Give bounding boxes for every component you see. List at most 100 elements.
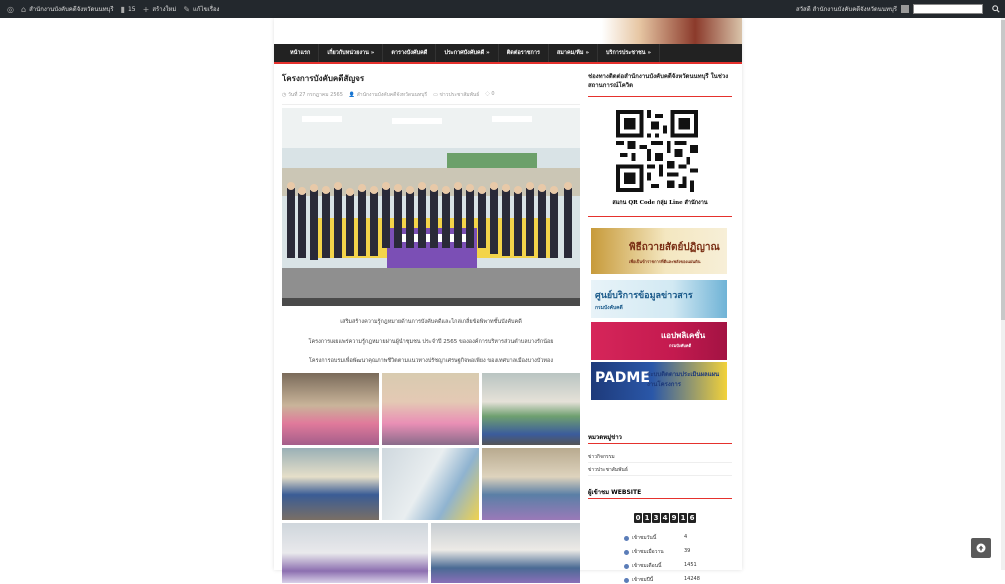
qr-code[interactable]: [616, 110, 698, 192]
caption-2: โครงการเผยแพร่ความรู้กฎหมายผ่านผู้นำชุมช…: [308, 339, 554, 345]
user-icon: [624, 549, 629, 555]
ad-oath-sub: เพื่อเป็นข้าราชการที่ดีและพลังของแผ่นดิน: [629, 259, 701, 264]
ad-mobile-app[interactable]: แอปพลิเคชั่น กรมบังคับคดี: [591, 322, 727, 360]
stat-label: เข้าชมวันนี้: [632, 535, 657, 541]
back-to-top-button[interactable]: [971, 538, 991, 558]
wp-logo-menu[interactable]: ◎: [7, 5, 14, 14]
title-divider: [282, 104, 580, 105]
page-frame: หน้าแรก เกี่ยวกับหน่วยงาน » ตารางบังคับค…: [274, 18, 742, 583]
users-icon: [624, 563, 629, 569]
stat-row: เข้าชมเมื่อวาน 39: [624, 548, 714, 556]
visitor-counter: 0 1 3 4 9 1 6: [634, 513, 696, 523]
comment-icon: ▮: [120, 4, 125, 14]
ad-app-title: แอปพลิเคชั่น: [661, 331, 706, 340]
search-input[interactable]: [913, 4, 983, 14]
stat-label: เข้าชมเมื่อวาน: [632, 549, 664, 555]
post-meta: ◷ วันที่ 27 กรกฎาคม 2565 👤 สำนักงานบังคั…: [282, 91, 580, 99]
updates-link[interactable]: ▮ 15: [121, 5, 136, 14]
ad-info-title: ศูนย์บริการข้อมูลข่าวสาร: [595, 291, 693, 301]
arrow-up-icon: [976, 543, 986, 553]
user-icon: [624, 535, 629, 541]
post-author[interactable]: 👤 สำนักงานบังคับคดีจังหวัดนนทบุรี: [349, 91, 427, 99]
site-name-link[interactable]: ⌂ สำนักงานบังคับคดีจังหวัดนนทบุรี: [21, 4, 114, 14]
counter-digit: 9: [670, 513, 678, 523]
gallery-photo[interactable]: [482, 448, 580, 520]
post-date: ◷ วันที่ 27 กรกฎาคม 2565: [282, 92, 343, 98]
gallery-photo[interactable]: [382, 448, 479, 520]
ad-app-sub: กรมบังคับคดี: [669, 343, 692, 348]
stat-value: 1451: [684, 562, 697, 568]
updates-count: 15: [127, 5, 136, 13]
category-divider: [588, 462, 732, 463]
users-icon: [624, 577, 629, 583]
gallery-photo[interactable]: [431, 523, 580, 583]
edit-post-link[interactable]: ✎ แก้ไขเรื่อง: [183, 4, 219, 14]
main-navigation: หน้าแรก เกี่ยวกับหน่วยงาน » ตารางบังคับค…: [274, 44, 742, 64]
ad-info-sub: กรมบังคับคดี: [595, 305, 623, 311]
category-link[interactable]: ข่าวกิจกรรม: [588, 453, 615, 461]
gallery-photo[interactable]: [282, 373, 379, 445]
stat-row: เข้าชมเดือนนี้ 1451: [624, 562, 714, 570]
account-greeting[interactable]: สวัสดี สำนักงานบังคับคดีจังหวัดนนทบุรี: [796, 4, 897, 14]
stat-value: 14248: [684, 576, 700, 582]
category-widget-title: หมวดหมู่ข่าว: [588, 434, 622, 441]
ad-padme-sub: ระบบติดตามประเมินผลแผนงานโครงการ: [647, 371, 720, 388]
stat-row: เข้าชมปีนี้ 14248: [624, 576, 714, 584]
counter-digit: 1: [643, 513, 651, 523]
sidebar: ช่องทางติดต่อสำนักงานบังคับคดีจังหวัดนนท…: [588, 72, 732, 583]
stat-row: เข้าชมวันนี้ 4: [624, 534, 714, 542]
counter-digit: 6: [688, 513, 696, 523]
stat-label: เข้าชมปีนี้: [632, 577, 654, 583]
category-link[interactable]: ข่าวประชาสัมพันธ์: [588, 466, 628, 474]
ad-padme[interactable]: PADME ระบบติดตามประเมินผลแผนงานโครงการ: [591, 362, 727, 400]
stat-value: 4: [684, 534, 688, 540]
home-icon: ⌂: [20, 4, 27, 14]
nav-item-about[interactable]: เกี่ยวกับหน่วยงาน »: [319, 44, 384, 62]
site-name: สำนักงานบังคับคดีจังหวัดนนทบุรี: [29, 6, 114, 13]
search-icon[interactable]: [987, 0, 1005, 18]
new-label: สร้างใหม่: [152, 6, 177, 13]
nav-item-schedule[interactable]: ตารางบังคับคดี: [383, 44, 437, 62]
contact-widget-title: ช่องทางติดต่อสำนักงานบังคับคดีจังหวัดนนท…: [588, 73, 729, 89]
nav-item-contact[interactable]: ติดต่อราชการ: [499, 44, 549, 62]
nav-item-home[interactable]: หน้าแรก: [282, 44, 320, 62]
pencil-icon: ✎: [183, 4, 191, 14]
caption-1: เสริมสร้างความรู้กฎหมายด้านการบังคับคดีแ…: [340, 319, 522, 325]
widget-divider: [588, 498, 732, 499]
post-title: โครงการบังคับคดีสัญจร: [282, 74, 365, 83]
stat-label: เข้าชมเดือนนี้: [632, 563, 662, 569]
gallery-photo[interactable]: [382, 373, 479, 445]
gallery-photo[interactable]: [282, 523, 428, 583]
widget-divider: [588, 443, 732, 444]
caption-3: โครงการอบรมเพื่อพัฒนาคุณภาพชีวิตตามแนวทา…: [308, 358, 554, 364]
post-content: โครงการบังคับคดีสัญจร ◷ วันที่ 27 กรกฎาค…: [282, 72, 580, 583]
ad-oath-title: พิธีถวายสัตย์ปฏิญาณ: [629, 242, 720, 253]
gallery-photo[interactable]: [482, 373, 580, 445]
admin-bar: ◎ ⌂ สำนักงานบังคับคดีจังหวัดนนทบุรี ▮ 15…: [0, 0, 1005, 18]
scrollbar-thumb[interactable]: [1001, 20, 1005, 320]
qr-caption: สแกน QR Code กลุ่ม Line สำนักงาน: [612, 200, 708, 206]
widget-divider: [588, 96, 732, 97]
nav-item-announce[interactable]: ประกาศบังคับคดี »: [436, 44, 499, 62]
gallery-photo[interactable]: [282, 448, 379, 520]
post-comments[interactable]: ◌ 0: [485, 91, 494, 99]
counter-digit: 4: [661, 513, 669, 523]
avatar[interactable]: [901, 5, 909, 13]
counter-digit: 1: [679, 513, 687, 523]
post-category[interactable]: ▭ ข่าวประชาสัมพันธ์: [433, 91, 479, 99]
ad-padme-title: PADME: [595, 370, 650, 386]
ad-info-center[interactable]: ศูนย์บริการข้อมูลข่าวสาร กรมบังคับคดี: [591, 280, 727, 318]
plus-icon: +: [142, 4, 150, 14]
category-divider: [588, 475, 732, 476]
ad-oath-ceremony[interactable]: พิธีถวายสัตย์ปฏิญาณ เพื่อเป็นข้าราชการที…: [591, 228, 727, 274]
header-banner: [274, 18, 742, 44]
widget-divider: [588, 216, 732, 217]
counter-digit: 0: [634, 513, 642, 523]
wordpress-icon: ◎: [7, 4, 14, 14]
new-content-link[interactable]: + สร้างใหม่: [143, 4, 177, 14]
visitor-widget-title: ผู้เข้าชม WEBSITE: [588, 489, 642, 496]
nav-item-team[interactable]: สมาคม/ทีม »: [549, 44, 599, 62]
hero-photo[interactable]: [282, 108, 580, 306]
nav-item-service[interactable]: บริการประชาชน »: [598, 44, 661, 62]
counter-digit: 3: [652, 513, 660, 523]
